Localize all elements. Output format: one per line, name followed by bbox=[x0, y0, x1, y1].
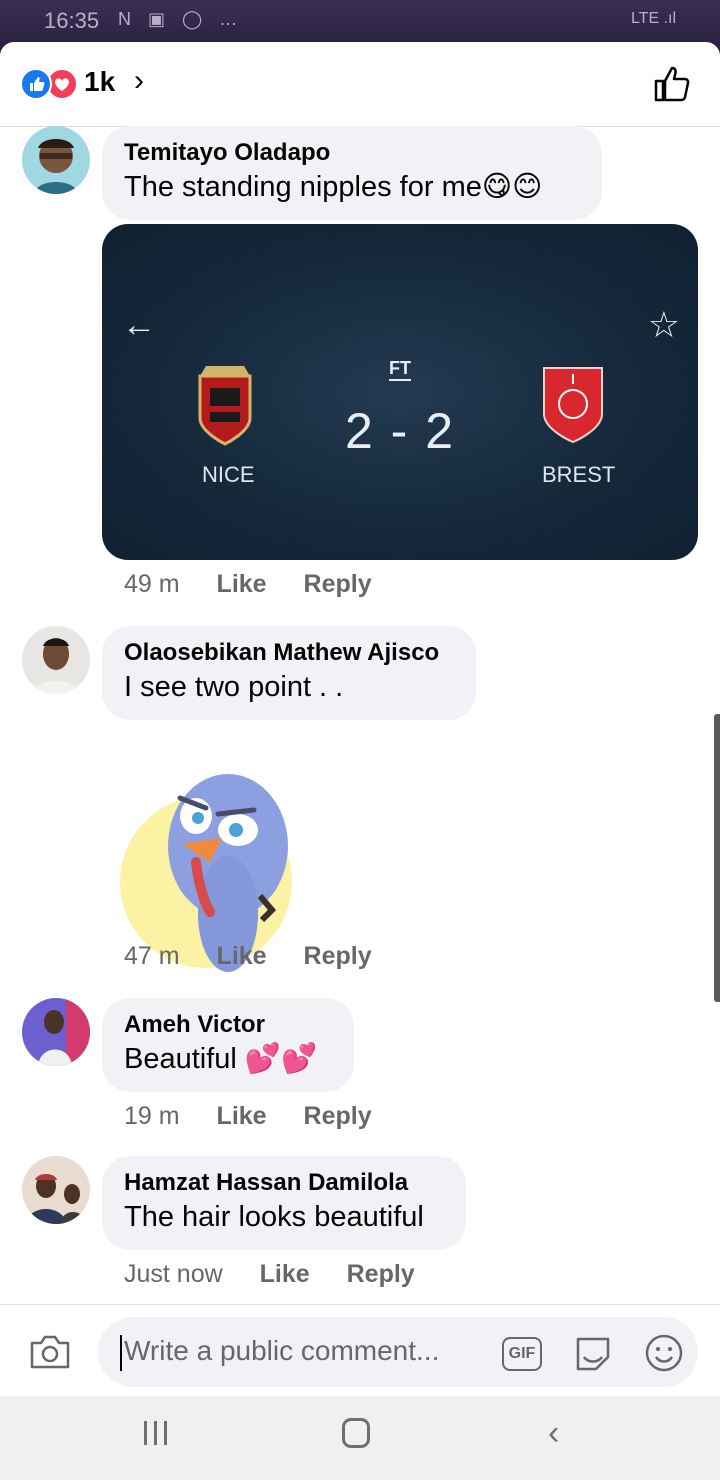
comment-actions: 49 m Like Reply bbox=[124, 570, 402, 599]
comment-bubble: Olaosebikan Mathew Ajisco I see two poin… bbox=[102, 626, 476, 720]
text-cursor bbox=[120, 1335, 122, 1371]
recent-apps-icon[interactable] bbox=[142, 1420, 170, 1446]
comment-composer: Write a public comment... GIF bbox=[0, 1304, 720, 1397]
avatar[interactable] bbox=[22, 126, 90, 194]
signal-icon: LTE .ıl bbox=[630, 10, 676, 27]
gif-button[interactable]: GIF bbox=[502, 1337, 542, 1371]
comment-text: The standing nipples for me😋😊 bbox=[124, 171, 543, 203]
status-time: 16:35 bbox=[44, 8, 100, 33]
like-link[interactable]: Like bbox=[217, 1102, 267, 1130]
comment-bubble: Ameh Victor Beautiful 💕💕 bbox=[102, 998, 354, 1092]
home-icon[interactable] bbox=[342, 1418, 370, 1448]
chevron-right-icon[interactable]: › bbox=[134, 64, 144, 98]
comment-time: Just now bbox=[124, 1260, 223, 1288]
reply-link[interactable]: Reply bbox=[347, 1260, 415, 1288]
notification-icons: N ▣ ◯ … bbox=[118, 9, 244, 29]
match-status: FT bbox=[389, 358, 411, 381]
comment-time: 19 m bbox=[124, 1102, 180, 1130]
comment-text: Beautiful 💕💕 bbox=[124, 1043, 318, 1075]
comment-bubble: Temitayo Oladapo The standing nipples fo… bbox=[102, 126, 602, 220]
away-team-name: BREST bbox=[542, 462, 616, 487]
scrollbar[interactable] bbox=[714, 714, 720, 1002]
like-link[interactable]: Like bbox=[217, 570, 267, 598]
emoji-icon[interactable] bbox=[644, 1333, 684, 1373]
back-icon[interactable]: ‹ bbox=[548, 1414, 559, 1453]
reply-link[interactable]: Reply bbox=[304, 942, 372, 970]
comment-text: I see two point . . bbox=[124, 671, 344, 703]
comment-time: 47 m bbox=[124, 942, 180, 970]
comment-actions: 19 m Like Reply bbox=[124, 1102, 402, 1131]
avatar[interactable] bbox=[22, 1156, 90, 1224]
turkey-sticker-icon[interactable] bbox=[120, 764, 296, 972]
back-arrow-icon: ← bbox=[122, 306, 156, 344]
star-icon: ☆ bbox=[647, 304, 680, 345]
comment-actions: 47 m Like Reply bbox=[124, 942, 402, 971]
avatar[interactable] bbox=[22, 626, 90, 694]
system-navigation-bar: ‹ bbox=[0, 1396, 720, 1480]
comment-time: 49 m bbox=[124, 570, 180, 598]
comment-author[interactable]: Temitayo Oladapo bbox=[124, 138, 580, 168]
comment-actions: Just now Like Reply bbox=[124, 1260, 445, 1289]
comments-sheet: 1k › Temitayo Oladapo The standing nippl… bbox=[0, 42, 720, 1396]
comment-input-placeholder[interactable]: Write a public comment... bbox=[124, 1335, 439, 1367]
comment-author[interactable]: Hamzat Hassan Damilola bbox=[124, 1168, 444, 1198]
home-team-name: NICE bbox=[202, 462, 255, 487]
comment-author[interactable]: Olaosebikan Mathew Ajisco bbox=[124, 638, 454, 668]
sticker-icon[interactable] bbox=[572, 1333, 614, 1375]
comment-bubble: Hamzat Hassan Damilola The hair looks be… bbox=[102, 1156, 466, 1250]
match-score: 2 - 2 bbox=[344, 403, 456, 459]
like-link[interactable]: Like bbox=[260, 1260, 310, 1288]
camera-icon[interactable] bbox=[28, 1333, 72, 1371]
reply-link[interactable]: Reply bbox=[304, 1102, 372, 1130]
avatar[interactable] bbox=[22, 998, 90, 1066]
reactions-header: 1k › bbox=[0, 42, 720, 127]
comment-author[interactable]: Ameh Victor bbox=[124, 1010, 332, 1040]
reaction-count[interactable]: 1k bbox=[84, 66, 115, 98]
like-link[interactable]: Like bbox=[217, 942, 267, 970]
like-button-icon[interactable] bbox=[652, 64, 692, 104]
match-score-image[interactable]: ← ☆ FT 2 - 2 NICE BREST bbox=[102, 224, 698, 560]
comment-text: The hair looks beautiful bbox=[124, 1201, 424, 1233]
reply-link[interactable]: Reply bbox=[304, 570, 372, 598]
status-bar: 16:35 N ▣ ◯ … LTE .ıl bbox=[0, 0, 720, 44]
like-reaction-icon[interactable] bbox=[20, 68, 52, 100]
